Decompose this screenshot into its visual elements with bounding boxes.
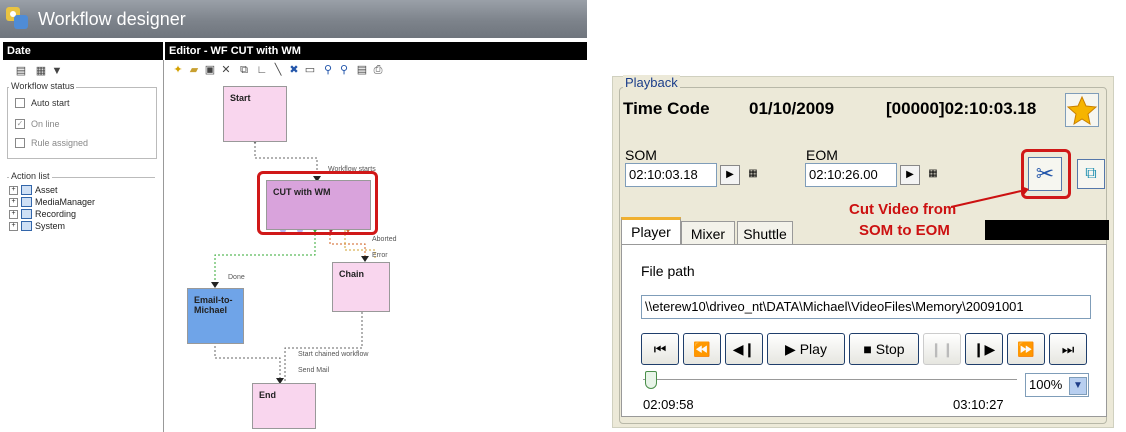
auto-start-checkbox[interactable]: Auto start [15,98,70,108]
zoom-in-icon[interactable]: ⚲ [322,64,334,76]
scissors-icon: ✂ [1035,161,1055,186]
som-label: SOM [625,147,657,163]
tab-mixer[interactable]: Mixer [681,221,735,245]
line-icon[interactable]: ╲ [272,64,284,76]
view-icon[interactable]: ▭ [304,64,316,76]
connector-icon[interactable]: ∟ [256,64,268,76]
delete-icon[interactable]: ✕ [220,64,232,76]
workflow-designer-window: Workflow designer Date ▤ ▦ ▼ Workflow st… [0,0,587,432]
favorite-button[interactable] [1065,93,1099,127]
app-logo-icon [4,5,32,33]
open-external-button[interactable]: ⧉ [1077,159,1105,189]
editor-toolbar: ✦ ▰ ▣ ✕ ⧉ ∟ ╲ ✖ ▭ ⚲ ⚲ ▤ ⎙ [168,62,468,78]
date-value: 01/10/2009 [749,99,835,118]
window-title: Workflow designer [38,9,186,29]
tab-player[interactable]: Player [621,217,681,245]
som-play-button[interactable]: ▶ [720,165,740,185]
step-back-button[interactable]: ◀❙ [725,333,763,365]
eom-input[interactable]: 02:10:26.00 [805,163,897,187]
play-icon: ▶ [785,340,800,357]
folder-icon [21,185,32,195]
eom-label: EOM [806,147,838,163]
skip-start-icon: ⏮ [653,340,667,357]
properties-icon[interactable]: ▤ [15,65,27,77]
annotation-arrow [950,186,1029,208]
eom-play-button[interactable]: ▶ [900,165,920,185]
step-forward-icon: ❙▶ [972,340,996,357]
tree-item-recording[interactable]: + Recording [9,209,76,219]
edge-label-send-mail: Send Mail [298,367,330,374]
print-icon[interactable]: ⎙ [372,64,384,76]
tree-item-mediamanager[interactable]: + MediaManager [9,197,95,207]
save-icon[interactable]: ▣ [204,64,216,76]
skip-end-icon: ⏭ [1061,340,1075,357]
stop-button[interactable]: ■ Stop [849,333,919,365]
properties-icon[interactable]: ▤ [356,64,368,76]
folder-icon [21,209,32,219]
action-list-legend: Action list [9,171,52,181]
fast-forward-button[interactable]: ⏩ [1007,333,1045,365]
new-icon[interactable]: ✦ [172,64,184,76]
node-start[interactable]: Start [223,86,287,142]
stop-icon: ■ [863,341,876,357]
play-button[interactable]: ▶ Play [767,333,845,365]
open-icon[interactable]: ▦ [35,65,47,77]
som-input[interactable]: 02:10:03.18 [625,163,717,187]
fast-forward-icon: ⏩ [1017,340,1035,357]
annotation-line1: Cut Video from [849,201,957,218]
tree-item-asset[interactable]: + Asset [9,185,58,195]
external-window-icon: ⧉ [1085,165,1097,182]
edge-label-aborted: Aborted [372,236,397,243]
file-path-input[interactable]: \\eterew10\driveo_nt\DATA\Michael\VideoF… [641,295,1091,319]
edge-label-error: Error [372,252,388,259]
annotation-line2: SOM to EOM [859,222,950,239]
star-icon [1066,95,1098,126]
on-line-checkbox[interactable]: ✓ On line [15,119,60,129]
editor-title: Editor - WF CUT with WM [165,42,587,60]
title-bar: Workflow designer [0,0,587,38]
playback-panel: Playback Time Code 01/10/2009 [00000]02:… [612,75,1114,428]
time-code-label: Time Code [623,99,710,118]
rewind-button[interactable]: ⏪ [683,333,721,365]
timeline-track[interactable] [643,379,1017,380]
timecode-value: [00000]02:10:03.18 [886,99,1037,118]
tree-item-system[interactable]: + System [9,221,65,231]
tab-shuttle[interactable]: Shuttle [737,221,793,245]
left-panel: ▤ ▦ ▼ Workflow status Auto start ✓ On lin… [3,60,164,432]
skip-to-start-button[interactable]: ⏮ [641,333,679,365]
node-end[interactable]: End [252,383,316,429]
zoom-out-icon[interactable]: ⚲ [338,64,350,76]
left-panel-title: Date [3,42,163,60]
playback-legend: Playback [623,75,680,90]
step-back-icon: ◀❙ [732,340,756,357]
cut-node-highlight [257,171,378,235]
node-chain[interactable]: Chain [332,262,390,312]
options-dropdown-icon[interactable]: ▼ [51,65,63,77]
edge-label-start-chained-workflow: Start chained workflow [298,351,369,358]
folder-icon [21,221,32,231]
edge-label-workflow-starts: Workflow starts [328,166,376,173]
folder-icon [21,197,32,207]
workflow-status-legend: Workflow status [9,81,77,91]
edge-label-done: Done [228,274,245,281]
pause-button[interactable]: ❙❙ [923,333,961,365]
rewind-icon: ⏪ [693,340,711,357]
open-folder-icon[interactable]: ▰ [188,64,200,76]
rule-assigned-checkbox[interactable]: Rule assigned [15,138,88,148]
som-clipboard-icon[interactable]: ▦ [743,165,763,185]
timeline-end-time: 03:10:27 [953,397,1004,412]
copy-icon[interactable]: ⧉ [238,64,250,76]
file-path-label: File path [641,263,695,279]
step-forward-button[interactable]: ❙▶ [965,333,1003,365]
black-bar [985,220,1109,240]
timeline-slider-thumb[interactable] [645,371,657,389]
pause-icon: ❙❙ [930,340,954,357]
node-email-to-michael[interactable]: Email-to- Michael [187,288,244,344]
timeline-start-time: 02:09:58 [643,397,694,412]
eom-clipboard-icon[interactable]: ▦ [923,165,943,185]
chevron-down-icon[interactable]: ▼ [1069,377,1087,395]
skip-to-end-button[interactable]: ⏭ [1049,333,1087,365]
remove-link-icon[interactable]: ✖ [288,64,300,76]
